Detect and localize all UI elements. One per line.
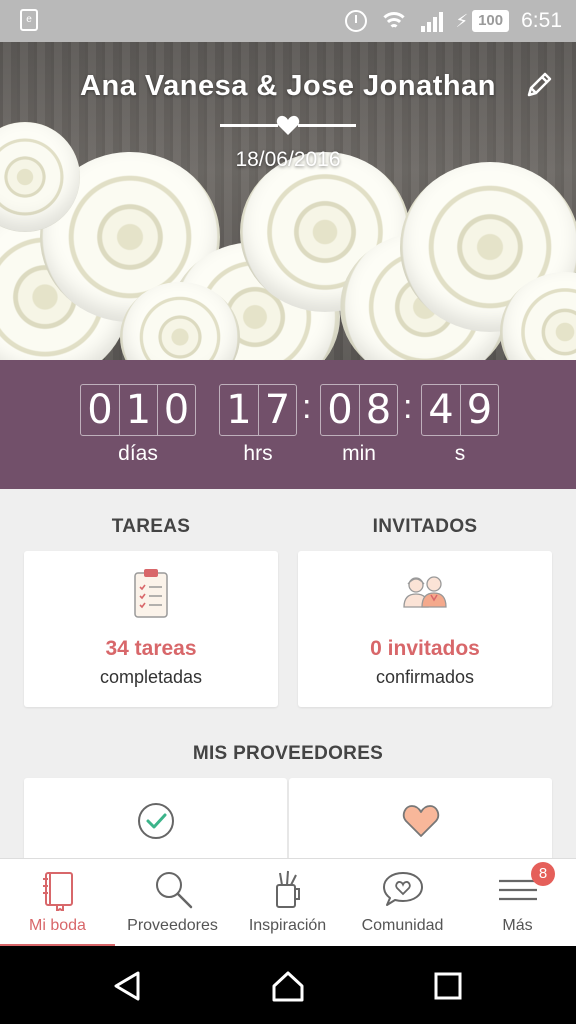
- guests-title: INVITADOS: [372, 516, 478, 537]
- countdown-minutes: 0 8: [320, 384, 398, 436]
- signal-icon: [421, 10, 444, 32]
- alarm-icon: [345, 10, 368, 32]
- tasks-subtitle: completadas: [99, 667, 203, 687]
- countdown-digit: 0: [327, 387, 353, 433]
- notebook-icon: [42, 872, 73, 911]
- nav-label: Inspiración: [248, 917, 327, 934]
- nav-item-comunidad[interactable]: Comunidad: [345, 859, 460, 947]
- wifi-icon: [379, 10, 410, 32]
- hero-banner: Ana Vanesa & Jose Jonathan 18/06/2016: [0, 42, 576, 360]
- countdown-label-days: días: [118, 442, 158, 465]
- bottom-navigation: Mi boda Proveedores Inspiración Comunida…: [0, 858, 576, 947]
- app-notification-icon: e: [20, 9, 38, 31]
- countdown-digit: 8: [359, 385, 397, 435]
- tasks-card[interactable]: 34 tareas completadas: [24, 551, 278, 707]
- pencil-icon[interactable]: [524, 70, 554, 100]
- home-icon[interactable]: [270, 968, 306, 1004]
- couple-names: Ana Vanesa & Jose Jonathan: [80, 70, 496, 102]
- search-icon: [155, 872, 192, 909]
- couple-icon: [403, 576, 447, 608]
- countdown-digit: 4: [428, 387, 454, 433]
- countdown: 0 1 0 1 7 : 0 8 : 4 9 días hrs min s: [0, 360, 576, 489]
- divider-line-left: [220, 124, 278, 127]
- heart-icon: [276, 115, 300, 135]
- divider-line-right: [298, 124, 356, 127]
- battery-icon: 100: [472, 10, 510, 32]
- countdown-digit: 1: [226, 387, 252, 433]
- countdown-digit: 9: [460, 385, 498, 435]
- nav-label: Proveedores: [127, 917, 218, 934]
- guests-card[interactable]: 0 invitados confirmados: [298, 551, 552, 707]
- heart-icon: [402, 805, 439, 837]
- tasks-title: TAREAS: [111, 516, 191, 537]
- inspiration-cup-icon: [275, 870, 300, 908]
- countdown-label-hours: hrs: [243, 442, 273, 465]
- countdown-label-seconds: s: [454, 442, 466, 465]
- guests-count: 0 invitados: [370, 637, 480, 660]
- countdown-digit: 7: [258, 385, 296, 435]
- countdown-days: 0 1 0: [80, 384, 196, 436]
- nav-label: Más: [502, 917, 533, 934]
- countdown-hours: 1 7: [219, 384, 297, 436]
- system-navigation-bar: [0, 946, 576, 1024]
- countdown-digit: 0: [157, 385, 195, 435]
- wedding-date: 18/06/2016: [235, 148, 341, 171]
- countdown-label-minutes: min: [342, 442, 376, 465]
- notification-badge: 8: [531, 862, 555, 886]
- chat-heart-icon: [382, 872, 423, 906]
- status-time: 6:51: [521, 9, 562, 32]
- status-bar: e ⚡ 100 6:51: [0, 0, 576, 42]
- recent-apps-icon[interactable]: [430, 968, 466, 1004]
- countdown-digit: 1: [119, 385, 157, 435]
- nav-label: Comunidad: [361, 917, 444, 934]
- guests-subtitle: confirmados: [375, 667, 475, 687]
- countdown-digit: 0: [87, 387, 113, 433]
- nav-item-proveedores[interactable]: Proveedores: [115, 859, 230, 947]
- vendors-title: MIS PROVEEDORES: [192, 743, 384, 764]
- nav-item-mi-boda[interactable]: Mi boda: [0, 859, 115, 947]
- back-icon[interactable]: [110, 968, 146, 1004]
- nav-label: Mi boda: [29, 917, 86, 934]
- nav-item-mas[interactable]: 8 Más: [460, 859, 575, 947]
- charging-icon: ⚡: [455, 10, 469, 31]
- nav-item-inspiracion[interactable]: Inspiración: [230, 859, 345, 947]
- check-circle-icon: [137, 803, 174, 839]
- countdown-separator: :: [302, 388, 312, 426]
- countdown-seconds: 4 9: [421, 384, 499, 436]
- clipboard-checklist-icon: [134, 569, 168, 618]
- tasks-count: 34 tareas: [105, 637, 197, 660]
- countdown-separator: :: [403, 388, 413, 426]
